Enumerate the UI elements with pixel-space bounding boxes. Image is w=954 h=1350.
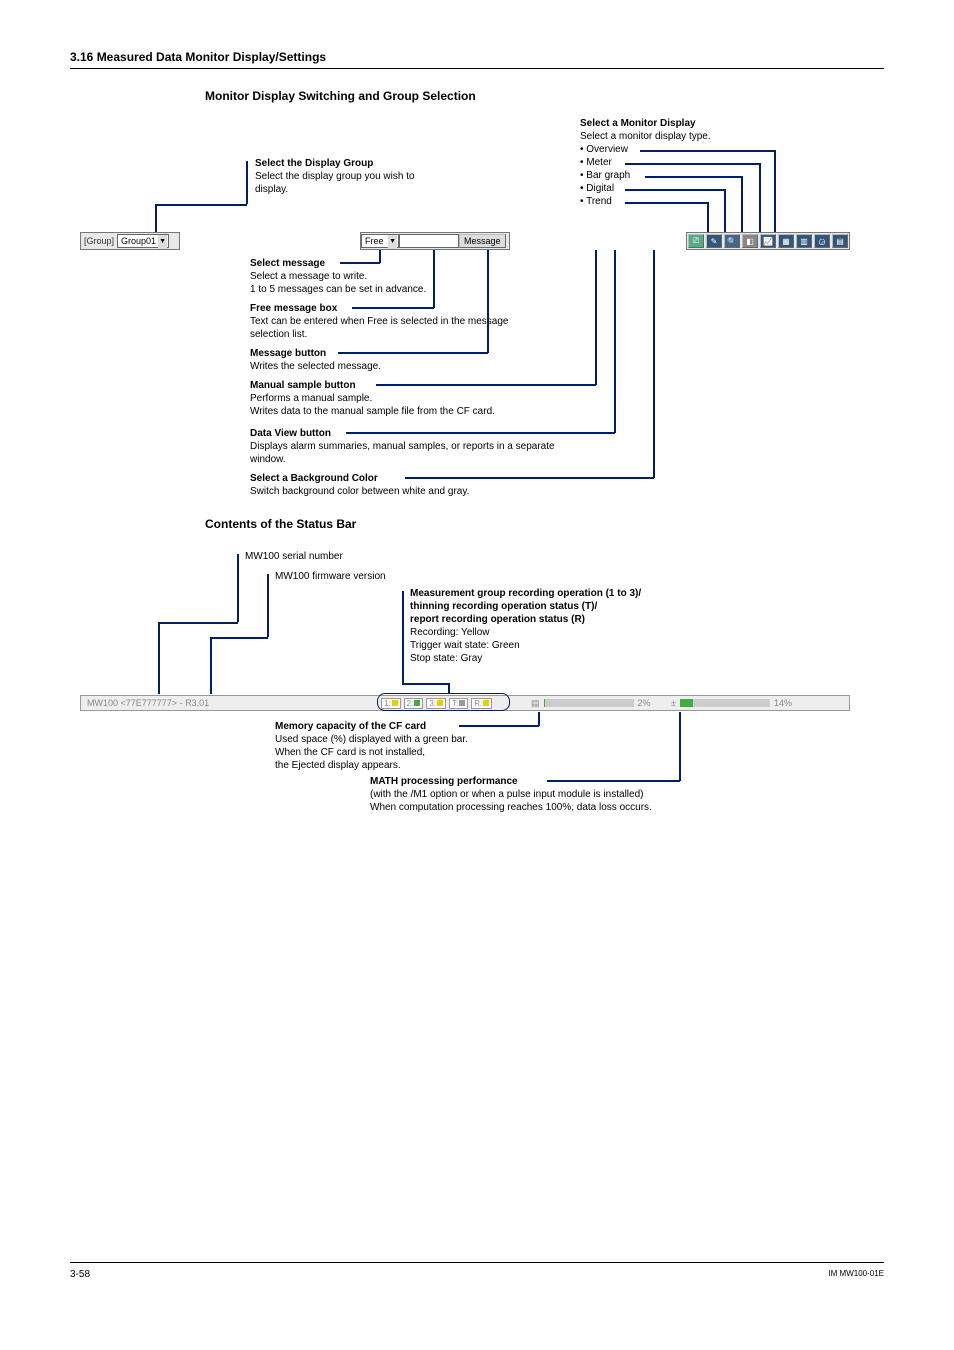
callout-recording: Measurement group recording operation (1… xyxy=(410,587,730,665)
callout-msg-btn: Message button Writes the selected messa… xyxy=(250,347,500,373)
statusbar-diagram: MW100 serial number MW100 firmware versi… xyxy=(80,545,850,805)
callout-cf: Memory capacity of the CF card Used spac… xyxy=(275,720,555,772)
callout-title: Message button xyxy=(250,348,326,359)
heading-monitor-switching: Monitor Display Switching and Group Sele… xyxy=(205,89,884,103)
meter-icon[interactable]: ◶ xyxy=(814,234,830,248)
message-select[interactable]: Free xyxy=(361,234,399,248)
cf-pct: 2% xyxy=(638,698,651,708)
callout-title: Memory capacity of the CF card xyxy=(275,721,426,732)
callout-sub: Displays alarm summaries, manual samples… xyxy=(250,441,555,465)
icon-toolbar: ⎚ ✎ 🔍 ◧ 📈 ▦ ▥ ◶ ▤ xyxy=(686,232,850,250)
data-view-icon[interactable]: ✎ xyxy=(706,234,722,248)
section-header: 3.16 Measured Data Monitor Display/Setti… xyxy=(70,50,884,69)
callout-title: Select a Background Color xyxy=(250,473,378,484)
callout-sub: Select a message to write. 1 to 5 messag… xyxy=(250,271,426,295)
monitor-diagram: Select a Monitor Display Select a monito… xyxy=(80,117,850,507)
bargraph-icon[interactable]: ▥ xyxy=(796,234,812,248)
math-bar xyxy=(680,699,770,707)
callout-sub: Performs a manual sample. Writes data to… xyxy=(250,393,495,417)
callout-bg-color: Select a Background Color Switch backgro… xyxy=(250,472,570,498)
page-number: 3-58 xyxy=(70,1269,90,1280)
page-footer: 3-58 IM MW100-01E xyxy=(70,1262,884,1280)
callout-serial: MW100 serial number xyxy=(245,550,343,563)
callout-title: Free message box xyxy=(250,303,337,314)
callout-sub: Switch background color between white an… xyxy=(250,486,469,497)
background-color-icon[interactable]: ◧ xyxy=(742,234,758,248)
cf-bar xyxy=(544,699,634,707)
callout-sub: Select a monitor display type. xyxy=(580,130,780,143)
digital-icon[interactable]: ▦ xyxy=(778,234,794,248)
callout-firmware: MW100 firmware version xyxy=(275,570,386,583)
overview-icon[interactable]: ▤ xyxy=(832,234,848,248)
message-toolbar: Free Message xyxy=(360,232,510,250)
message-button[interactable]: Message xyxy=(459,234,506,248)
doc-id: IM MW100-01E xyxy=(828,1269,884,1280)
callout-sub: Text can be entered when Free is selecte… xyxy=(250,316,508,340)
group-select[interactable]: Group01 xyxy=(117,234,169,248)
group-toolbar: [Group] Group01 xyxy=(80,232,180,250)
callout-display-group: Select the Display Group Select the disp… xyxy=(255,157,435,196)
callout-title: MATH processing performance xyxy=(370,776,518,787)
heading-status-bar: Contents of the Status Bar xyxy=(205,517,884,531)
math-pct: 14% xyxy=(774,698,792,708)
magnify-icon[interactable]: 🔍 xyxy=(724,234,740,248)
math-icon: ± xyxy=(671,698,676,708)
callout-title: Select the Display Group xyxy=(255,157,435,170)
callout-sub: Writes the selected message. xyxy=(250,361,381,372)
callout-title: Select message xyxy=(250,258,325,269)
free-message-input[interactable] xyxy=(399,234,459,248)
cf-icon: ▤ xyxy=(531,698,540,709)
status-id: MW100 <77E777777> - R3.01 xyxy=(87,698,209,708)
callout-title: Measurement group recording operation (1… xyxy=(410,588,641,625)
callout-sub: Select the display group you wish to dis… xyxy=(255,170,435,196)
callout-title: Data View button xyxy=(250,428,331,439)
callout-sub: Used space (%) displayed with a green ba… xyxy=(275,734,468,771)
group-label: [Group] xyxy=(84,236,114,246)
callout-sub: (with the /M1 option or when a pulse inp… xyxy=(370,789,652,813)
callout-title: Select a Monitor Display xyxy=(580,117,780,130)
manual-sample-icon[interactable]: ⎚ xyxy=(688,234,704,248)
callout-title: Manual sample button xyxy=(250,380,356,391)
callout-sub: Recording: Yellow Trigger wait state: Gr… xyxy=(410,627,520,664)
trend-icon[interactable]: 📈 xyxy=(760,234,776,248)
